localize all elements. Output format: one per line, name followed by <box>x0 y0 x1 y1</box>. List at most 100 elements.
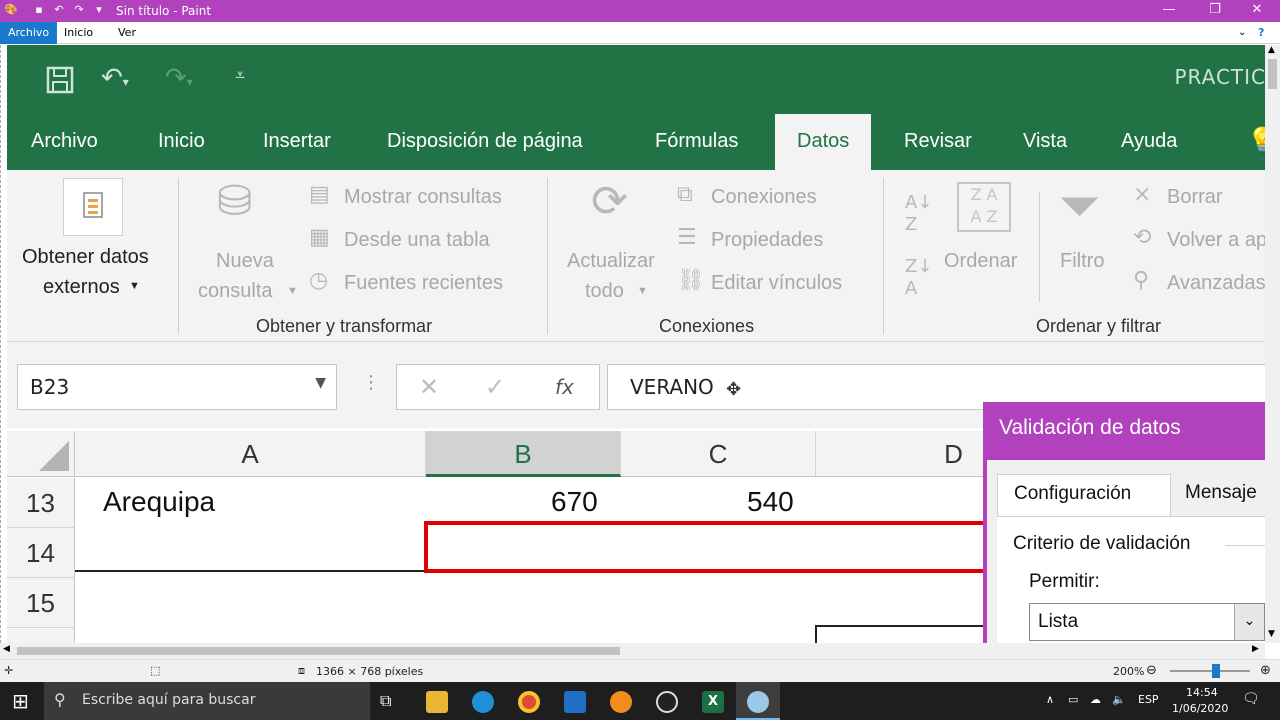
tab-datos: Datos <box>775 114 872 170</box>
clear-filter-label: Borrar <box>1167 186 1223 208</box>
redo-icon[interactable]: ↷ <box>72 3 86 17</box>
scroll-down-icon[interactable]: ▼ <box>1268 629 1275 639</box>
tray-date[interactable]: 1/06/2020 <box>1172 702 1228 715</box>
name-box-dropdown-icon: ▼ <box>315 375 326 391</box>
reapply-icon: ⟲ <box>1133 225 1152 250</box>
column-header-a: A <box>75 431 426 477</box>
tray-time[interactable]: 14:54 <box>1186 686 1218 699</box>
paint-canvas[interactable]: ↶▾ ↷▾ ⩡ PRACTIC Archivo Inicio Insertar … <box>0 45 1265 643</box>
zoom-slider-track[interactable] <box>1170 670 1250 672</box>
taskbar-search-box[interactable]: ⚲ Escribe aquí para buscar <box>44 682 370 720</box>
scroll-left-icon[interactable]: ◀ <box>3 644 10 654</box>
paint-title-bar: 🎨 ▪ ↶ ↷ ▾ Sin título - Paint — ❐ ✕ <box>0 0 1280 22</box>
group-connections-label: Conexiones <box>659 316 755 336</box>
row-header-14: 14 <box>7 528 75 578</box>
file-explorer-icon[interactable] <box>426 691 448 713</box>
get-data-dropdown-icon: ▼ <box>129 280 140 292</box>
dialog-tab-panel: Criterio de validación Permitir: Lista ⌄ <box>997 516 1265 643</box>
move-cursor-icon: ✥ <box>726 379 742 400</box>
paint-taskbar-icon <box>747 691 769 713</box>
excel-redo-icon: ↷▾ <box>165 63 193 93</box>
customize-quick-access-icon[interactable]: ▾ <box>92 3 106 17</box>
tray-language[interactable]: ESP <box>1138 693 1159 706</box>
tab-disposicion: Disposición de página <box>387 130 583 152</box>
notifications-icon[interactable]: 🗨 <box>1242 691 1260 707</box>
new-query-label-2: consulta <box>198 280 273 302</box>
excel-taskbar-icon[interactable]: X <box>702 691 724 713</box>
select-all-corner <box>7 431 75 477</box>
vertical-scroll-thumb[interactable] <box>1268 59 1277 89</box>
tab-configuracion-label: Configuración <box>1014 483 1132 504</box>
chevron-down-icon: ⌄ <box>1234 604 1264 640</box>
criteria-heading: Criterio de validación <box>1013 533 1191 554</box>
paint-menu-ver[interactable]: Ver <box>110 22 144 44</box>
vertical-scrollbar[interactable]: ▲ ▼ <box>1265 45 1280 643</box>
tray-device-icon[interactable]: ▭ <box>1068 693 1078 706</box>
lightbulb-icon: 💡 <box>1225 114 1265 170</box>
tab-insertar: Insertar <box>263 130 331 152</box>
reapply-label: Volver a ap <box>1167 229 1265 251</box>
edit-links-label: Editar vínculos <box>711 272 843 294</box>
filter-label: Filtro <box>1060 250 1105 272</box>
undo-icon[interactable]: ↶ <box>52 3 66 17</box>
new-query-label-1: Nueva <box>216 250 274 272</box>
advanced-filter-label: Avanzadas <box>1167 272 1265 294</box>
windows-taskbar: ⊞ ⚲ Escribe aquí para buscar ⧉ X ∧ ▭ ☁ 🔈… <box>0 682 1280 720</box>
paint-app-icon: 🎨 <box>4 3 18 16</box>
tab-archivo: Archivo <box>31 130 98 152</box>
sort-label: Ordenar <box>944 250 1018 272</box>
windows-start-icon[interactable]: ⊞ <box>12 689 29 713</box>
tray-chevron-icon[interactable]: ∧ <box>1046 693 1054 706</box>
horizontal-scroll-thumb[interactable] <box>17 647 620 655</box>
help-icon[interactable]: ? <box>1250 22 1272 44</box>
tab-inicio: Inicio <box>158 130 205 152</box>
cell-a13: Arequipa <box>103 486 216 517</box>
paint-window-title: Sin título - Paint <box>116 4 212 18</box>
sort-za-icon: Z↓ A <box>905 256 933 299</box>
row-header-15: 15 <box>7 578 75 628</box>
obs-icon[interactable] <box>656 691 678 713</box>
task-view-icon[interactable]: ⧉ <box>380 691 391 711</box>
selection-size-icon: ⬚ <box>150 664 161 677</box>
store-icon[interactable] <box>564 691 586 713</box>
minimize-button[interactable]: — <box>1146 0 1192 22</box>
chrome-icon[interactable] <box>518 691 540 713</box>
red-selection-border <box>424 521 994 573</box>
zoom-slider-thumb[interactable] <box>1212 664 1220 678</box>
maximize-button[interactable]: ❐ <box>1192 0 1238 22</box>
paint-menu-inicio[interactable]: Inicio <box>56 22 101 44</box>
column-header-b: B <box>426 431 621 477</box>
zoom-in-button[interactable]: ⊕ <box>1260 663 1271 678</box>
tray-cloud-icon[interactable]: ☁ <box>1090 693 1101 706</box>
edit-links-icon: ⛓ <box>677 268 705 293</box>
formula-buttons: ✕ ✓ fx <box>396 364 600 410</box>
edge-icon[interactable] <box>472 691 494 713</box>
paint-taskbar-active[interactable] <box>736 682 780 720</box>
horizontal-scrollbar[interactable]: ◀ ▶ <box>0 643 1265 659</box>
formula-value: VERANO <box>630 375 714 399</box>
get-data-label-1: Obtener datos <box>22 246 149 268</box>
insert-function-icon: fx <box>555 375 574 399</box>
row-header-13: 13 <box>7 478 75 528</box>
orange-app-icon[interactable] <box>610 691 632 713</box>
show-queries-icon: ▤ <box>309 182 330 207</box>
taskbar-search-placeholder: Escribe aquí para buscar <box>82 692 256 708</box>
refresh-all-label-2: todo <box>585 280 624 302</box>
search-icon: ⚲ <box>54 690 66 709</box>
tab-vista: Vista <box>1023 130 1068 152</box>
recent-sources-label: Fuentes recientes <box>344 272 503 294</box>
recent-sources-icon: ◷ <box>309 268 329 293</box>
tab-ayuda: Ayuda <box>1121 130 1178 152</box>
excel-undo-icon: ↶▾ <box>101 63 129 93</box>
allow-select-value: Lista <box>1038 611 1079 632</box>
get-data-icon <box>63 178 123 236</box>
close-button[interactable]: ✕ <box>1234 0 1280 22</box>
tab-mensaje-label: Mensaje <box>1185 482 1257 503</box>
tab-formulas: Fórmulas <box>655 130 739 152</box>
paint-menu-archivo[interactable]: Archivo <box>0 22 58 44</box>
scroll-right-icon[interactable]: ▶ <box>1252 644 1259 654</box>
save-icon[interactable]: ▪ <box>32 3 46 17</box>
zoom-out-button[interactable]: ⊖ <box>1146 663 1157 678</box>
scroll-up-icon[interactable]: ▲ <box>1268 45 1275 55</box>
tray-volume-icon[interactable]: 🔈 <box>1112 693 1126 706</box>
